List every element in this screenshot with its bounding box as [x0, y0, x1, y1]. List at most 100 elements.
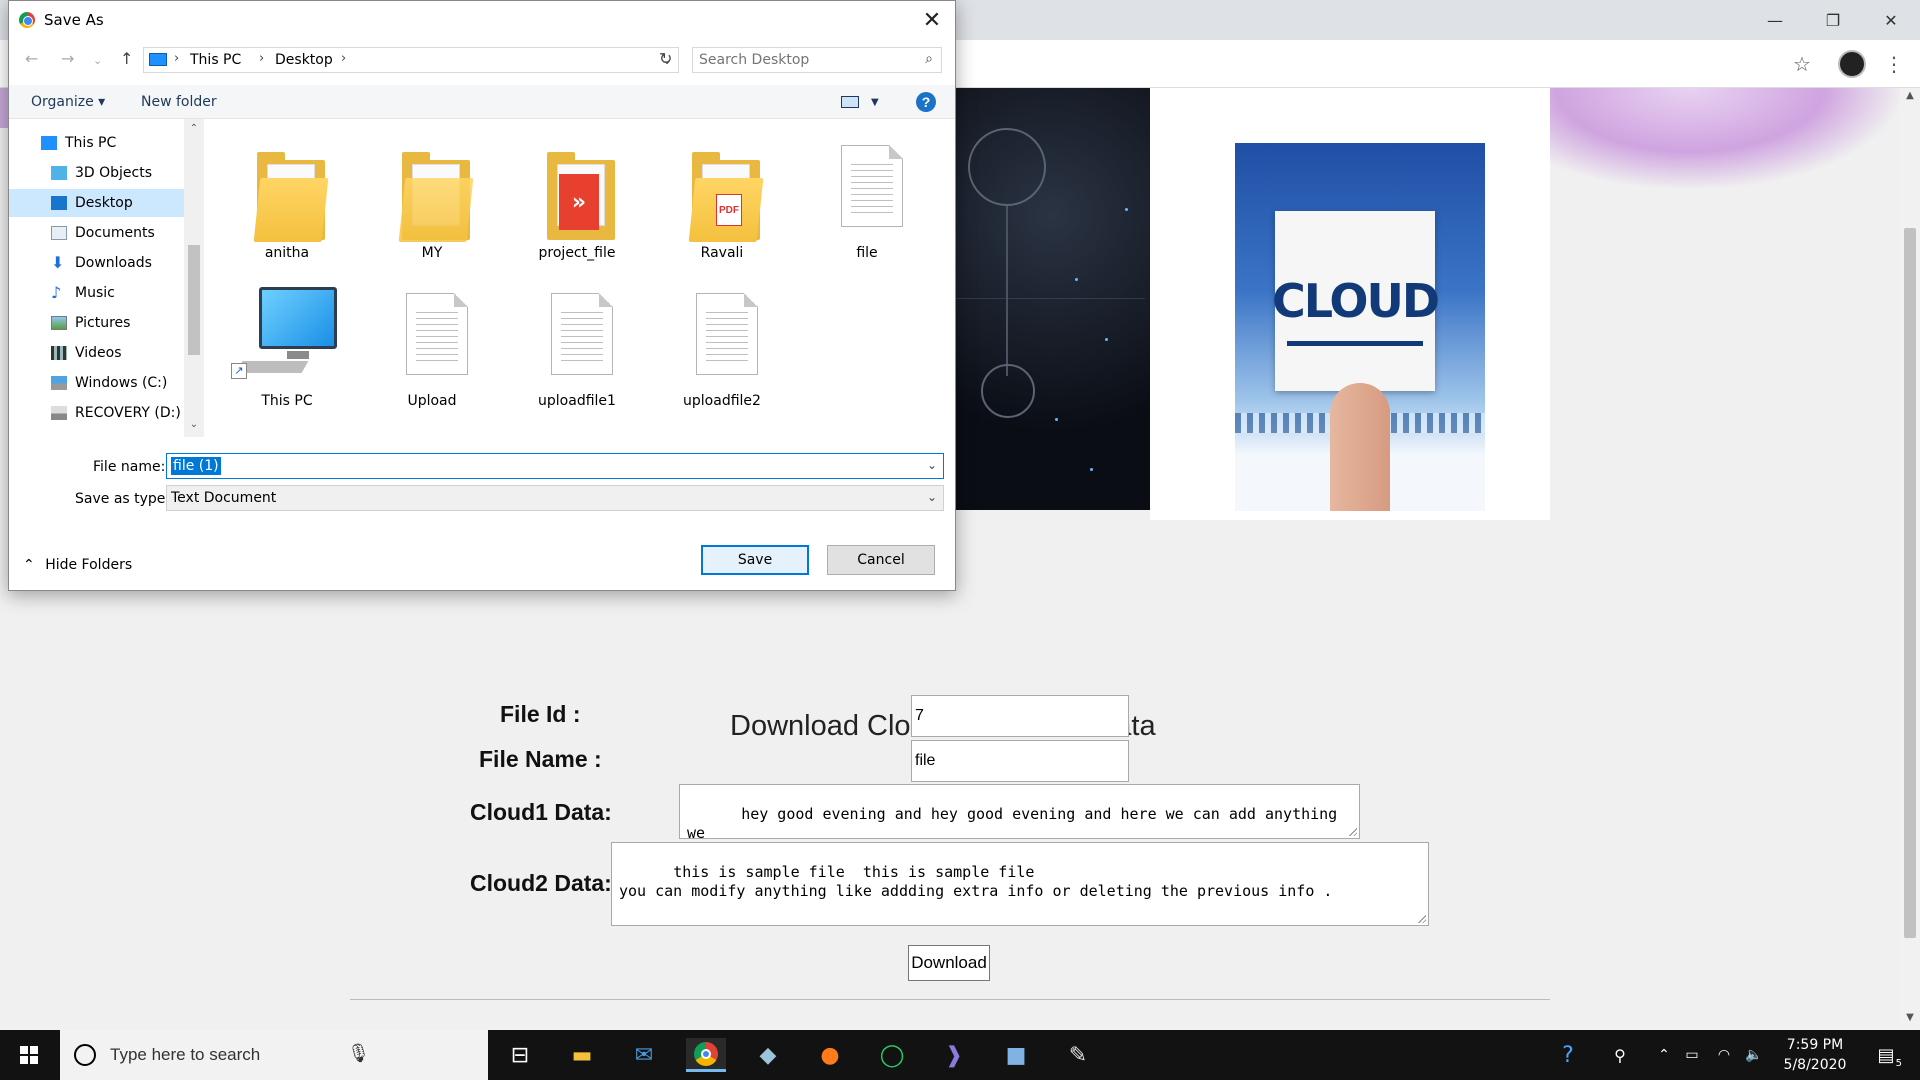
hide-folders-label: Hide Folders [45, 557, 133, 573]
mail-icon[interactable]: ✉ [624, 1038, 664, 1072]
restore-button[interactable]: ❐ [1804, 0, 1862, 40]
dialog-toolbar: Organize ▾ New folder ▼ ? [9, 85, 955, 119]
chrome-taskbar-icon[interactable] [686, 1038, 726, 1072]
file-name-input[interactable]: file (1) ⌄ [166, 453, 944, 479]
forward-arrow-icon[interactable]: → [61, 49, 74, 68]
file-item-label: file [856, 245, 878, 261]
file-item-upload[interactable]: Upload [372, 275, 492, 423]
volume-icon[interactable]: 🔈 [1734, 1038, 1774, 1072]
search-field[interactable]: ⌕ [692, 47, 942, 73]
back-arrow-icon[interactable]: ← [25, 49, 38, 68]
file-item-anitha[interactable]: anitha [227, 127, 347, 275]
scroll-thumb[interactable] [1904, 228, 1916, 938]
scroll-down-arrow-icon[interactable]: ▼ [1903, 1012, 1917, 1026]
file-item-label: uploadfile2 [683, 393, 761, 409]
nav-item-music[interactable]: ♪ Music [9, 279, 184, 307]
download-button[interactable]: Download [908, 945, 990, 981]
file-item-uploadfile2[interactable]: uploadfile2 [662, 275, 782, 423]
view-options-icon[interactable] [841, 96, 859, 108]
page-scrollbar[interactable]: ▲ ▼ [1900, 88, 1920, 1030]
people-icon[interactable]: ⚲ [1600, 1038, 1640, 1072]
firefox-icon[interactable]: ● [810, 1038, 850, 1072]
cloud1-data-textarea[interactable]: hey good evening and hey good evening an… [679, 784, 1360, 839]
microphone-icon[interactable]: 🎙 [347, 1043, 370, 1064]
nav-scroll-thumb[interactable] [188, 245, 200, 355]
scroll-down-arrow-icon[interactable]: ⌄ [187, 419, 201, 433]
file-id-input[interactable] [911, 695, 1129, 737]
file-item-this-pc[interactable]: ↗ This PC [227, 275, 347, 423]
resize-handle[interactable] [1348, 827, 1357, 836]
new-folder-button[interactable]: New folder [141, 94, 217, 110]
scroll-up-arrow-icon[interactable]: ▲ [1903, 90, 1917, 104]
navigation-pane: This PC 3D Objects Desktop Documents ⬇ D… [9, 119, 204, 437]
nav-item-windows-c[interactable]: Windows (C:) [9, 369, 184, 397]
cancel-button[interactable]: Cancel [827, 545, 935, 575]
whatsapp-icon[interactable]: ◯ [872, 1038, 912, 1072]
address-path-box[interactable]: › This PC › Desktop › ⌄ [143, 47, 679, 73]
up-arrow-icon[interactable]: ↑ [120, 49, 133, 68]
resize-handle[interactable] [1417, 914, 1426, 923]
nav-item-this-pc[interactable]: This PC [9, 129, 184, 157]
cloud2-data-textarea[interactable]: this is sample file this is sample file … [611, 842, 1429, 926]
text-document-icon [406, 293, 468, 375]
dialog-close-icon[interactable]: ✕ [909, 1, 955, 39]
close-button[interactable]: ✕ [1862, 0, 1920, 40]
action-center-icon[interactable]: ▤ 5 [1866, 1038, 1906, 1072]
minimize-button[interactable]: — [1746, 0, 1804, 40]
nav-item-videos[interactable]: Videos [9, 339, 184, 367]
search-input[interactable] [699, 52, 899, 68]
desktop-icon [51, 196, 67, 210]
visual-studio-icon[interactable]: ❱ [934, 1038, 974, 1072]
scroll-up-arrow-icon[interactable]: ⌃ [187, 123, 201, 137]
save-as-type-dropdown-icon[interactable]: ⌄ [927, 490, 937, 504]
breadcrumb-separator: › [259, 51, 265, 66]
help-tray-icon[interactable]: ? [1548, 1038, 1588, 1072]
nav-item-pictures[interactable]: Pictures [9, 309, 184, 337]
chrome-icon [19, 12, 35, 28]
nav-item-desktop[interactable]: Desktop [9, 189, 184, 217]
file-item-project-file[interactable]: » project_file [517, 127, 637, 275]
help-icon[interactable]: ? [916, 92, 936, 112]
profile-avatar[interactable] [1838, 50, 1866, 78]
nav-item-documents[interactable]: Documents [9, 219, 184, 247]
organize-button[interactable]: Organize ▾ [31, 94, 105, 110]
system-clock[interactable]: 7:59 PM 5/8/2020 [1770, 1035, 1860, 1075]
nav-scrollbar[interactable]: ⌃ ⌄ [184, 119, 204, 437]
taskbar-search[interactable]: Type here to search 🎙 [60, 1030, 488, 1080]
hide-folders-button[interactable]: ⌃ Hide Folders [23, 557, 132, 573]
refresh-icon[interactable]: ↻ [659, 49, 672, 68]
search-icon: ⌕ [925, 51, 933, 67]
task-view-icon[interactable]: ⊟ [500, 1038, 540, 1072]
file-explorer-icon[interactable]: ▬ [562, 1038, 602, 1072]
file-item-file[interactable]: file [807, 127, 927, 275]
cloud2-data-text: this is sample file this is sample file … [619, 863, 1333, 900]
nav-item-label: Pictures [75, 315, 131, 331]
file-name-dropdown-icon[interactable]: ⌄ [927, 458, 937, 472]
breadcrumb-this-pc[interactable]: This PC [190, 52, 241, 68]
bookmark-star-icon[interactable]: ☆ [1788, 50, 1816, 78]
taskbar-search-placeholder: Type here to search [110, 1045, 261, 1064]
file-item-uploadfile1[interactable]: uploadfile1 [517, 275, 637, 423]
paint-icon[interactable]: ✎ [1058, 1038, 1098, 1072]
save-as-type-select[interactable]: Text Document ⌄ [166, 485, 944, 511]
start-button[interactable] [0, 1030, 58, 1080]
hand [1330, 383, 1390, 511]
notes-app-icon[interactable]: ◆ [748, 1038, 788, 1072]
breadcrumb-desktop[interactable]: Desktop [275, 52, 333, 68]
nav-item-downloads[interactable]: ⬇ Downloads [9, 249, 184, 277]
nav-item-3d-objects[interactable]: 3D Objects [9, 159, 184, 187]
file-name-input[interactable] [911, 740, 1129, 782]
download-icon: ⬇ [51, 253, 65, 272]
dialog-titlebar: Save As ✕ [9, 1, 955, 39]
nav-item-recovery-d[interactable]: RECOVERY (D:) [9, 399, 184, 427]
app-cube-icon[interactable]: ■ [996, 1038, 1036, 1072]
file-item-my[interactable]: MY [372, 127, 492, 275]
file-item-ravali[interactable]: PDF Ravali [662, 127, 782, 275]
browser-menu-icon[interactable]: ⋮ [1880, 50, 1908, 78]
save-button[interactable]: Save [701, 545, 809, 575]
view-dropdown-icon[interactable]: ▼ [871, 97, 879, 108]
breadcrumb-separator: › [341, 51, 347, 66]
file-item-label: Ravali [700, 245, 744, 261]
breadcrumb-separator: › [174, 51, 180, 66]
recent-locations-icon[interactable]: ⌄ [93, 54, 102, 67]
